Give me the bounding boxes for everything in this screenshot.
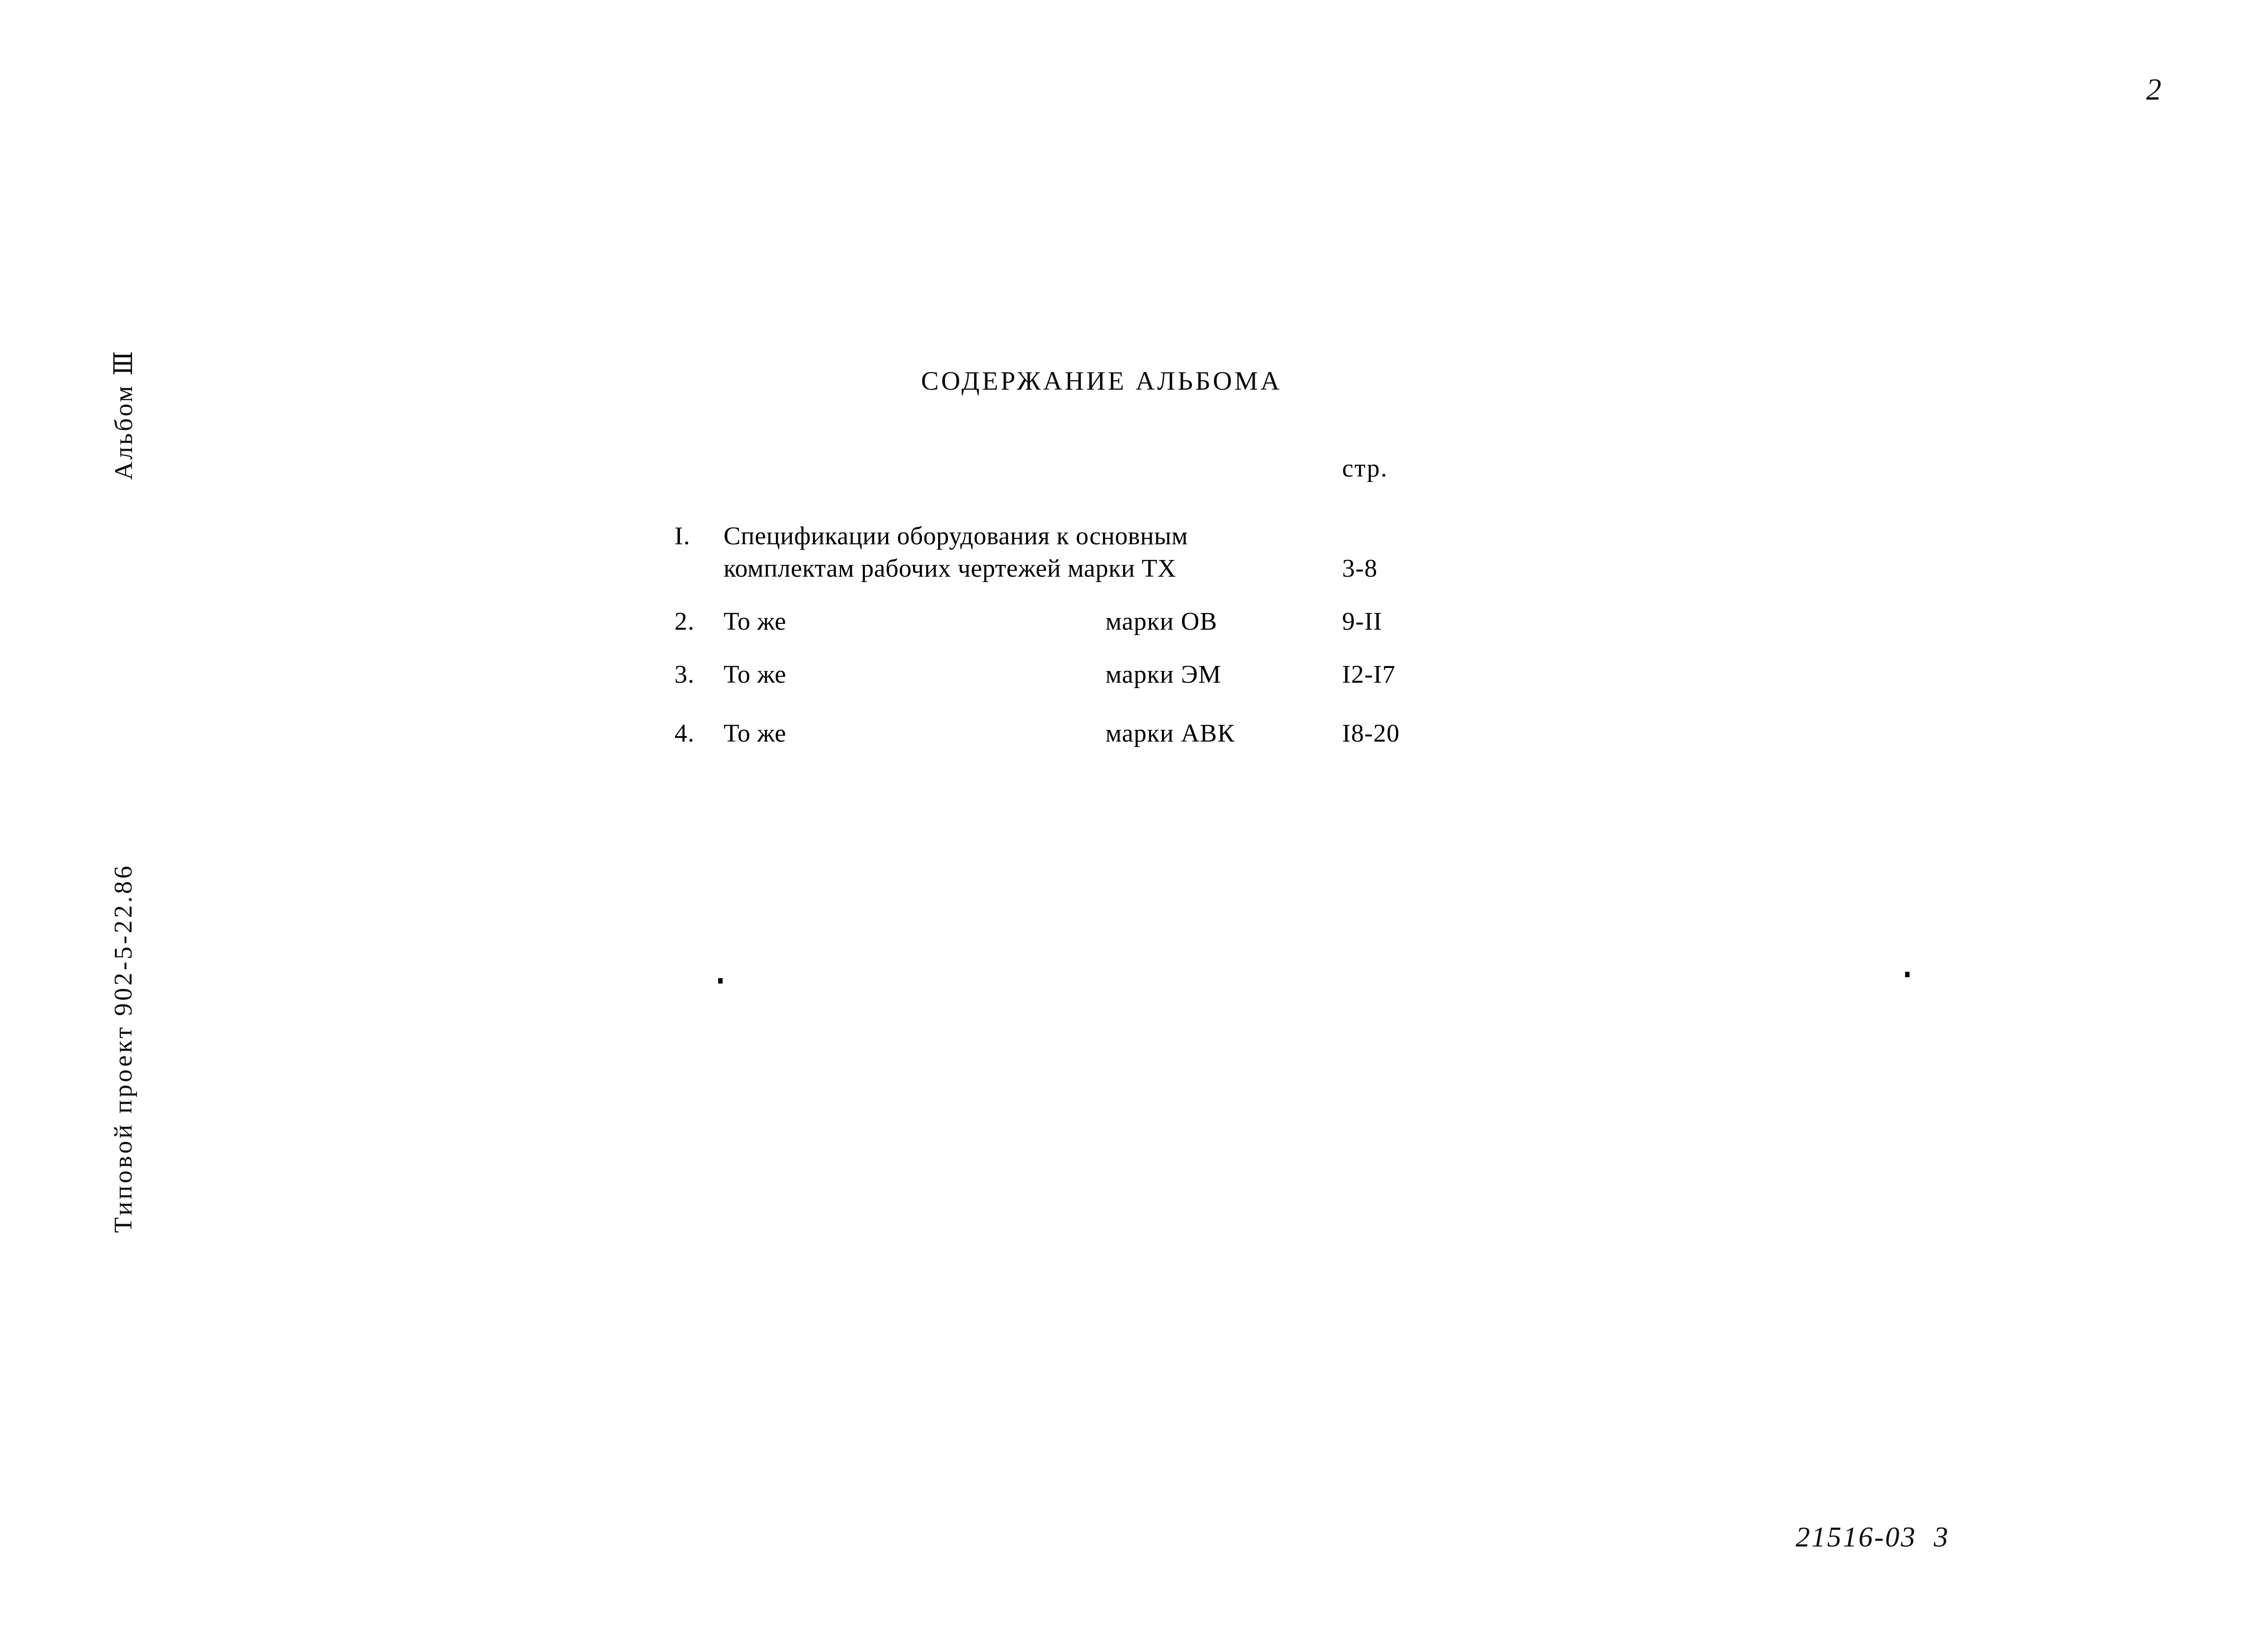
contents-block: СОДЕРЖАНИЕ АЛЬБОМА стр. I. Спецификации … — [674, 366, 1519, 762]
table-of-contents: I. Спецификации оборудования к основным … — [674, 522, 1519, 749]
row-title-line1: Спецификации оборудования к основным — [724, 522, 1188, 550]
row-title-line1: То же — [724, 608, 786, 636]
column-header-pages: стр. — [1342, 454, 1388, 482]
row-number: 2. — [674, 608, 695, 636]
margin-project-label: Типовой проект 902-5-22.86 — [109, 863, 137, 1233]
table-row: 3. То же марки ЭМ I2-I7 — [674, 660, 1519, 691]
folio-number: 2 — [2146, 73, 2161, 107]
row-title-line1: То же — [724, 719, 786, 747]
margin-album-label: Альбом Ⅲ — [110, 349, 138, 480]
row-mark: марки ОВ — [1105, 608, 1217, 636]
row-number: 4. — [674, 719, 695, 747]
table-row: 2. То же марки ОВ 9-II — [674, 607, 1519, 638]
scan-speck — [1905, 972, 1910, 977]
row-number: I. — [674, 522, 691, 550]
table-row: I. Спецификации оборудования к основным … — [674, 522, 1519, 585]
page-title: СОДЕРЖАНИЕ АЛЬБОМА — [921, 366, 1282, 396]
row-title-line2: комплектам рабочих чертежей марки ТХ — [724, 555, 1177, 583]
document-page: 2 Альбом Ⅲ Типовой проект 902-5-22.86 СО… — [0, 0, 2261, 1652]
row-mark: марки АВК — [1105, 719, 1235, 747]
row-pages: I8-20 — [1342, 719, 1400, 747]
row-number: 3. — [674, 661, 695, 689]
table-column-headers: стр. — [674, 454, 1519, 484]
row-mark: марки ЭМ — [1105, 661, 1222, 689]
table-row: 4. То же марки АВК I8-20 — [674, 719, 1519, 749]
row-pages: I2-I7 — [1342, 661, 1396, 689]
row-title-line1: То же — [724, 661, 786, 689]
row-pages: 9-II — [1342, 608, 1382, 636]
row-pages: 3-8 — [1342, 555, 1378, 583]
archive-code: 21516-03 3 — [1796, 1521, 1950, 1553]
scan-speck — [718, 978, 723, 984]
